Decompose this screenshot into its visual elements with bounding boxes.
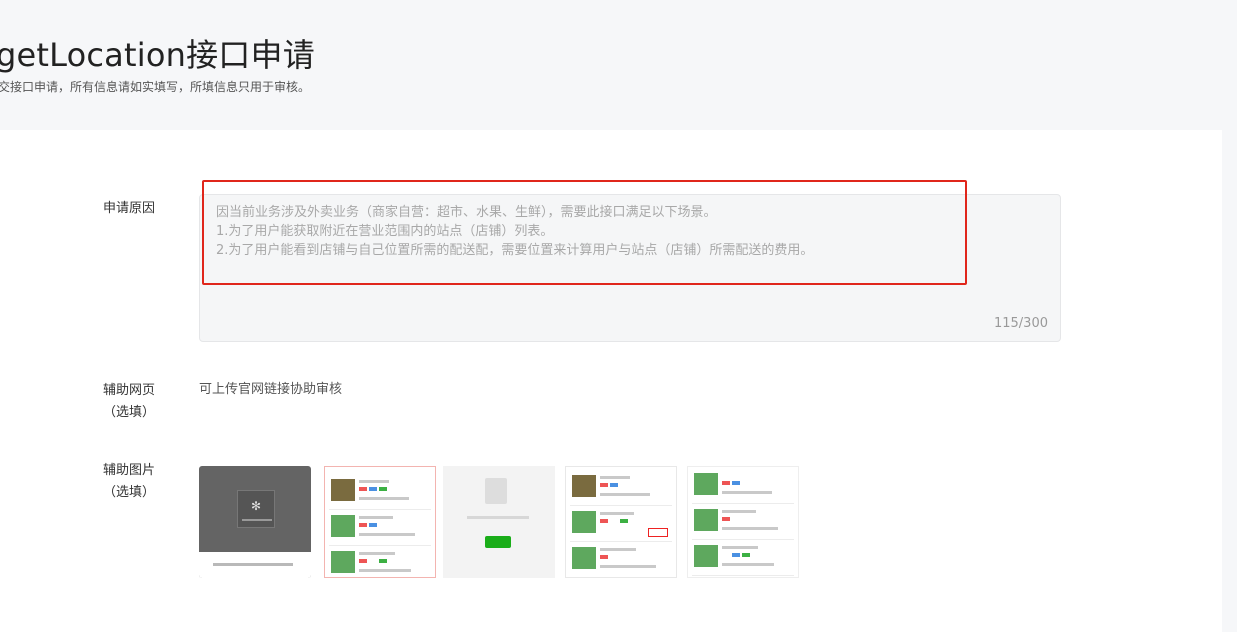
thumbnail-2[interactable] (324, 466, 436, 578)
tag-green (379, 559, 387, 563)
reason-label: 申请原因 (103, 201, 156, 216)
text-line (722, 546, 758, 549)
text-line (600, 493, 650, 496)
tag-red (359, 487, 367, 491)
document-icon (485, 478, 507, 504)
webpage-label-line1: 辅助网页 (103, 383, 156, 398)
product-image (572, 511, 596, 533)
tag-red (600, 555, 608, 559)
images-label-line1: 辅助图片 (103, 463, 156, 478)
thumbnail-4[interactable] (565, 466, 677, 578)
product-image (694, 473, 718, 495)
tag-blue (369, 523, 377, 527)
tag-red (600, 519, 608, 523)
product-image (694, 509, 718, 531)
reason-line-1: 因当前业务涉及外卖业务（商家自营：超市、水果、生鲜），需要此接口满足以下场景。 (216, 205, 717, 220)
tag-green (620, 519, 628, 523)
webpage-label-line2: （选填） (103, 405, 156, 420)
reason-textarea[interactable]: 因当前业务涉及外卖业务（商家自营：超市、水果、生鲜），需要此接口满足以下场景。 … (199, 194, 1061, 342)
text-line (722, 563, 774, 566)
text-line (359, 533, 415, 536)
list-item (329, 547, 431, 577)
list-item (570, 471, 672, 506)
thumbnail-caption-bar (199, 552, 311, 578)
webpage-helper-text: 可上传官网链接协助审核 (199, 382, 343, 397)
text-line (722, 510, 756, 513)
spinner-icon: ✻ (251, 499, 262, 513)
product-image (572, 547, 596, 569)
list-item (329, 511, 431, 546)
tag-red (359, 559, 367, 563)
list-item (692, 541, 794, 576)
tag-blue (610, 483, 618, 487)
images-label-line2: （选填） (103, 485, 156, 500)
tag-green (742, 553, 750, 557)
loading-text-bar (242, 519, 272, 521)
tag-blue (732, 481, 740, 485)
tag-red (359, 523, 367, 527)
text-line (722, 527, 778, 530)
placeholder-line (467, 516, 529, 519)
list-item (570, 507, 672, 542)
webpage-label: 辅助网页 （选填） (103, 380, 155, 424)
thumbnail-1[interactable]: ✻ (199, 466, 311, 578)
highlight-box (648, 528, 668, 537)
text-line (600, 548, 636, 551)
product-image (331, 479, 355, 501)
product-image (572, 475, 596, 497)
page-subtitle: 交接口申请，所有信息请如实填写，所填信息只用于审核。 (0, 80, 311, 94)
text-line (359, 516, 393, 519)
product-image (331, 515, 355, 537)
text-line (722, 491, 772, 494)
tag-red (600, 483, 608, 487)
list-item (570, 543, 672, 577)
list-item (692, 469, 794, 504)
page-title: getLocation接口申请 (0, 36, 315, 74)
text-line (359, 569, 411, 572)
list-item (329, 475, 431, 510)
product-image (694, 545, 718, 567)
loading-box: ✻ (237, 490, 275, 528)
text-line (600, 512, 634, 515)
tag-red (722, 517, 730, 521)
char-counter: 115/300 (993, 316, 1048, 331)
text-line (359, 480, 389, 483)
tag-blue (732, 553, 740, 557)
text-line (600, 476, 630, 479)
tag-blue (369, 487, 377, 491)
images-label: 辅助图片 （选填） (103, 460, 155, 504)
tag-green (379, 487, 387, 491)
text-line (359, 497, 409, 500)
list-item (692, 505, 794, 540)
reason-text[interactable]: 因当前业务涉及外卖业务（商家自营：超市、水果、生鲜），需要此接口满足以下场景。 … (216, 203, 1036, 260)
thumbnail-5[interactable] (687, 466, 799, 578)
caption-line (213, 563, 293, 566)
reason-line-2: 1.为了用户能获取附近在营业范围内的站点（店铺）列表。 (216, 224, 554, 239)
product-image (331, 551, 355, 573)
text-line (600, 565, 656, 568)
reason-line-3: 2.为了用户能看到店铺与自己位置所需的配送配，需要位置来计算用户与站点（店铺）所… (216, 243, 814, 258)
text-line (359, 552, 395, 555)
tag-red (722, 481, 730, 485)
thumbnail-3[interactable] (443, 466, 555, 578)
green-button (485, 536, 511, 548)
